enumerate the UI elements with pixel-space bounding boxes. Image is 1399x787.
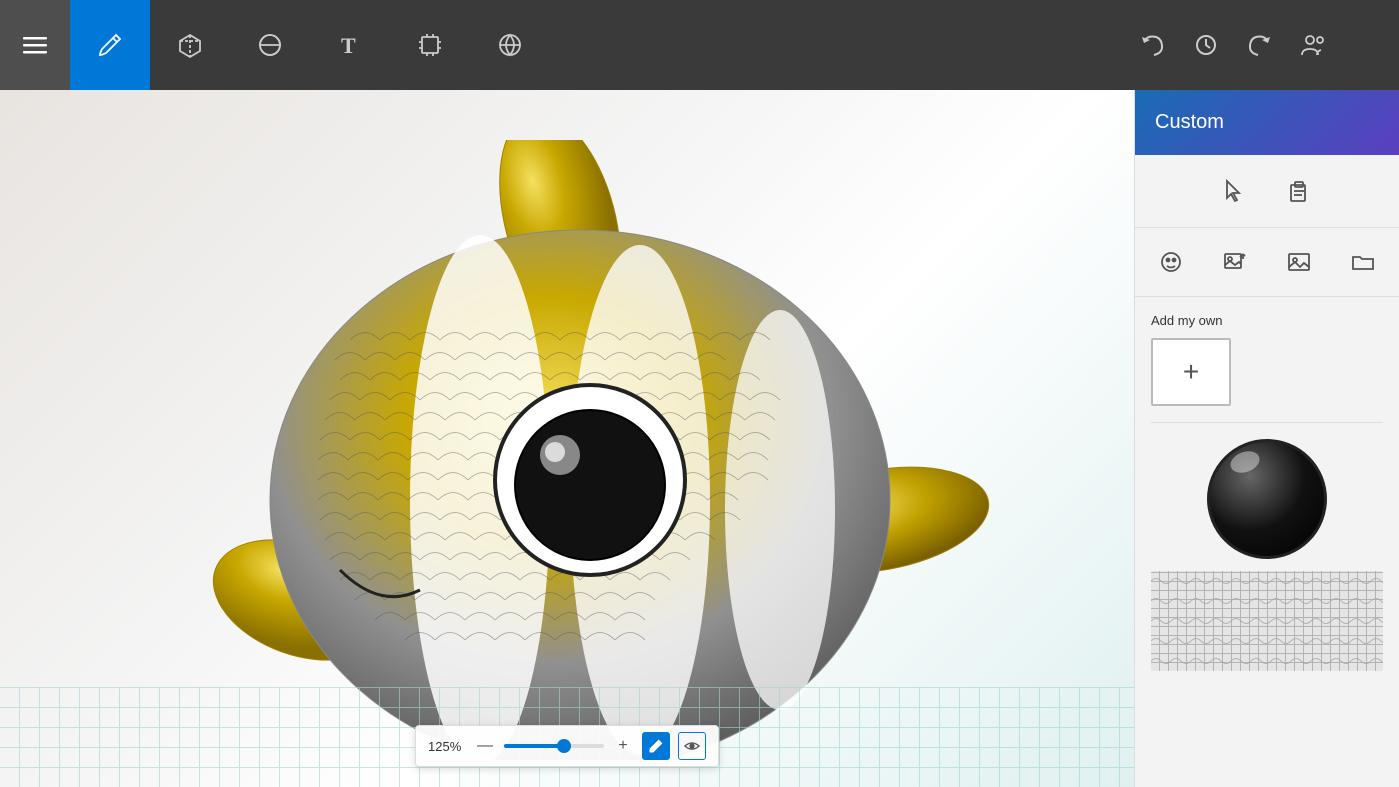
toolbar: T [0,0,1399,90]
paste-tool-button[interactable] [1279,171,1319,211]
hamburger-icon [23,33,47,57]
zoom-pencil-button[interactable] [642,732,670,760]
sticker-wave-overlay [1151,571,1383,671]
text-icon: T [336,31,364,59]
panel-title: Custom [1155,111,1224,134]
sticker-tool-button[interactable] [1151,242,1191,282]
panel-divider [1151,422,1383,423]
photo-edit-icon [1222,249,1248,275]
zoom-out-button[interactable]: — [474,735,496,757]
tool-text[interactable]: T [310,0,390,90]
canvas-icon [416,31,444,59]
canvas-area[interactable]: 125% — + [0,90,1134,787]
right-panel: Custom [1134,90,1399,787]
zoom-percent: 125% [428,739,466,754]
zoom-slider[interactable] [504,744,604,748]
sticker-item-pattern[interactable] [1151,571,1383,671]
panel-header: Custom [1135,90,1399,155]
people-icon [1300,31,1328,59]
tool-effects[interactable] [470,0,550,90]
eye-icon [684,738,700,754]
undo-button[interactable] [1127,0,1177,90]
select-tool-button[interactable] [1215,171,1255,211]
history-icon [1192,31,1220,59]
tool-brush[interactable] [70,0,150,90]
panel-tools-row1 [1135,155,1399,228]
fish-canvas [100,140,1000,760]
image-tool-button[interactable] [1279,242,1319,282]
photo-edit-tool-button[interactable] [1215,242,1255,282]
sticker-eye-circle [1207,439,1327,559]
remix-3d-button[interactable] [1289,0,1339,90]
paste-icon [1286,178,1312,204]
3d-shapes-icon [176,31,204,59]
zoom-slider-thumb[interactable] [557,739,571,753]
brush-icon [96,31,124,59]
add-my-own-label: Add my own [1151,313,1383,328]
pencil-icon [648,738,664,754]
select-cursor-icon [1222,178,1248,204]
zoom-slider-fill [504,744,564,748]
redo-icon [1246,31,1274,59]
toolbar-actions [1127,0,1399,90]
history-button[interactable] [1181,0,1231,90]
panel-tools-row2 [1135,228,1399,297]
sticker-icon [1158,249,1184,275]
2d-shapes-icon [256,31,284,59]
undo-icon [1138,31,1166,59]
image-icon [1286,249,1312,275]
tool-canvas[interactable] [390,0,470,90]
zoom-bar: 125% — + [415,725,719,767]
panel-content: Add my own + [1135,297,1399,787]
redo-button[interactable] [1235,0,1285,90]
sticker-item-eye[interactable] [1151,439,1383,559]
fish-svg [100,140,1000,760]
tool-2d-shapes[interactable] [230,0,310,90]
folder-icon [1350,249,1376,275]
effects-icon [496,31,524,59]
folder-tool-button[interactable] [1343,242,1383,282]
menu-button[interactable] [0,0,70,90]
add-custom-button[interactable]: + [1151,338,1231,406]
zoom-in-button[interactable]: + [612,735,634,757]
sticker-scale-pattern [1151,571,1383,671]
tool-3d-shapes[interactable] [150,0,230,90]
sticker-eye-shine [1227,447,1262,476]
svg-text:T: T [341,33,356,58]
zoom-eye-button[interactable] [678,732,706,760]
